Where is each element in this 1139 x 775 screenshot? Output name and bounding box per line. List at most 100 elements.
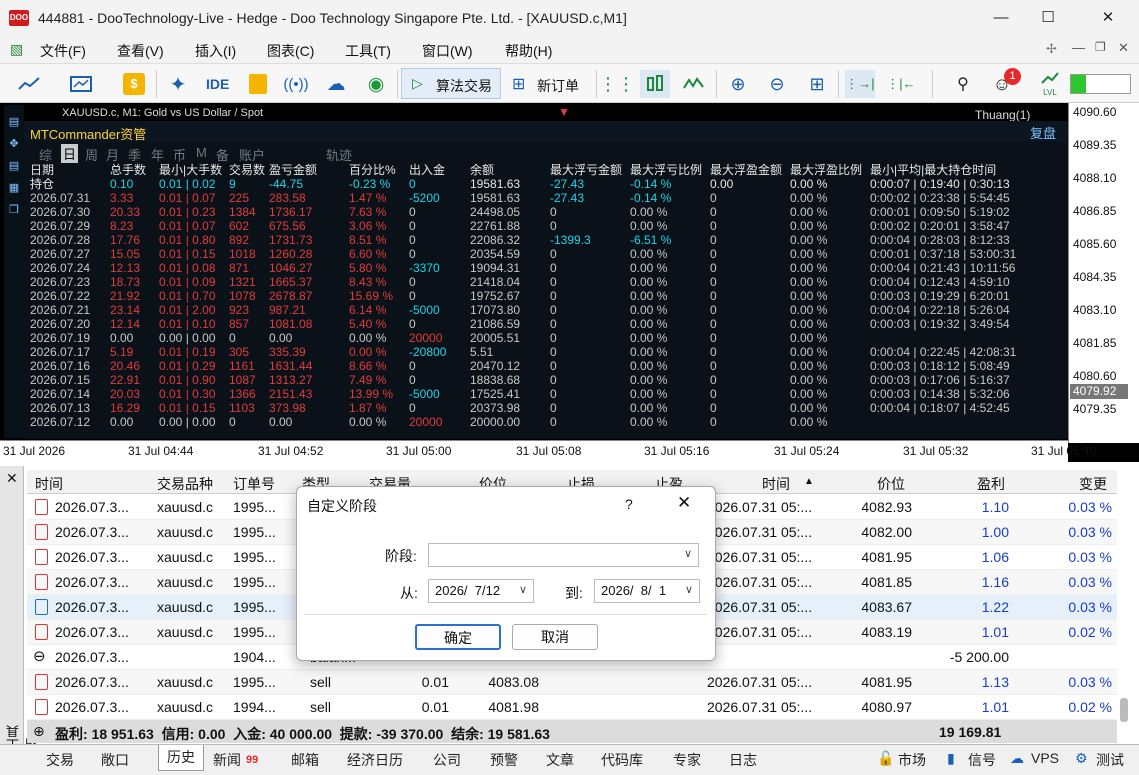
tab-8[interactable]: 文章 [546,750,574,770]
vps-globe-icon[interactable]: ◉ [361,70,391,98]
mtc-tab-summary[interactable]: 综 [39,145,52,164]
status-vps[interactable]: VPS [1031,750,1059,766]
toolbox-side-tab[interactable]: ✕ 工具箱 [0,466,40,751]
maximize-button[interactable]: ☐ [1025,6,1071,30]
level-icon[interactable]: LVL [1040,71,1060,97]
zoom-out-icon[interactable]: ⊖ [762,70,792,98]
mtc-tab-day[interactable]: 日 [61,144,79,163]
mtc-tab-currency[interactable]: 币 [173,145,186,164]
shopping-bag-icon[interactable] [243,70,273,98]
cell-chg: 0.03 % [1068,599,1112,615]
mtc-tab-month[interactable]: 月 [106,145,119,164]
mtc-tab-magic[interactable]: M [196,145,207,160]
new-order-button[interactable]: 新订单 [537,76,579,96]
minimize-button[interactable]: — [978,6,1024,30]
mtc-row-cell: 0 [710,359,717,373]
mtc-tab-track[interactable]: 轨迹 [326,145,352,164]
mtc-tab-week[interactable]: 周 [85,145,98,164]
help-button[interactable]: ? [625,496,633,512]
tab-5[interactable]: 经济日历 [347,750,403,770]
sparkle-icon[interactable]: ✦ [163,70,193,98]
tab-0[interactable]: 交易 [46,750,74,770]
menu-insert[interactable]: 插入(I) [195,41,236,61]
column-header[interactable]: 时间 [762,474,790,494]
mtc-tab-year[interactable]: 年 [151,145,164,164]
bar-chart-icon[interactable]: ⋮⋮ [599,70,635,98]
tab-9[interactable]: 代码库 [601,750,643,770]
close-toolbox-icon[interactable]: ✕ [6,470,18,487]
panel-copy-icon[interactable]: ❐ [4,199,24,221]
stage-select[interactable]: ∨ [428,543,699,567]
panel-export-icon[interactable]: ▤ [4,155,24,177]
summary-expand-icon[interactable]: ⊕ [33,723,45,740]
algo-trading-button[interactable]: ▷ 算法交易 [401,68,501,99]
ide-button[interactable]: IDE [206,76,229,92]
inner-minimize-button[interactable]: — [1072,40,1085,55]
time-tick: 31 Jul 05:08 [516,444,582,458]
from-date-picker[interactable]: 2026/ 7/12 ∨ [428,579,534,603]
mtc-tab-quarter[interactable]: 季 [128,145,141,164]
tab-11[interactable]: 日志 [729,750,757,770]
column-header[interactable]: 价位 [877,474,905,494]
tab-1[interactable]: 敞口 [101,750,129,770]
mtc-replay-label[interactable]: 复盘 [1030,123,1056,142]
menu-file[interactable]: 文件(F) [40,41,86,61]
mtc-row-cell: 0.00 % [630,303,668,317]
column-header[interactable]: 变更 [1079,474,1107,494]
menu-tools[interactable]: 工具(T) [345,41,391,61]
chart-shift-icon[interactable]: ⋮|← [886,70,916,98]
column-header[interactable]: 时间 [35,474,63,494]
status-signal[interactable]: 信号 [968,750,996,770]
column-header[interactable]: 订单号 [233,474,275,494]
chart-area[interactable]: XAUUSD.c, M1: Gold vs US Dollar / Spot T… [0,103,1139,462]
panel-table-icon[interactable]: ▦ [4,177,24,199]
line-chart-icon[interactable] [14,70,44,98]
to-date-picker[interactable]: 2026/ 8/ 1 ∨ [594,579,700,603]
chart-menu-icon[interactable]: ▧ [10,41,23,58]
tab-3[interactable]: 新闻 [213,750,241,770]
candlestick-icon[interactable] [640,70,670,98]
pin-icon[interactable]: ✢ [1046,41,1057,57]
search-icon[interactable]: ⚲ [948,70,978,98]
tab-10[interactable]: 专家 [673,750,701,770]
dollar-icon[interactable]: $ [119,70,149,98]
mtc-row-cell: 19752.67 [470,289,521,303]
signal-broadcast-icon[interactable]: ((•)) [281,70,311,98]
ok-button[interactable]: 确定 [415,624,501,650]
dialog-close-icon[interactable]: ✕ [677,493,691,513]
close-window-button[interactable]: ✕ [1085,6,1131,30]
cloud-icon[interactable]: ☁ [321,70,351,98]
zoom-in-icon[interactable]: ⊕ [723,70,753,98]
mtc-tab-account[interactable]: 账户 [239,145,265,164]
templates-icon[interactable] [66,70,96,98]
table-row[interactable]: 2026.07.3... xauusd.c 1994... sell 0.01 4081.… [27,695,1117,720]
new-order-icon[interactable]: ⊞ [512,74,525,94]
menu-window[interactable]: 窗口(W) [422,41,473,61]
column-header[interactable]: 交易品种 [157,474,213,494]
table-row[interactable]: 2026.07.3... xauusd.c 1995... sell 0.01 4083.… [27,670,1117,695]
tab-4[interactable]: 邮箱 [291,750,319,770]
mtc-tab-note[interactable]: 备 [216,145,229,164]
menu-help[interactable]: 帮助(H) [505,41,552,61]
auto-scroll-icon[interactable]: ⋮→| [845,70,875,98]
mtc-row-cell: 0.01 | 0.23 [159,205,216,219]
menu-view[interactable]: 查看(V) [117,41,164,61]
price-axis[interactable]: 4090.60 4089.35 4088.10 4086.85 4085.60 4084.… [1068,103,1139,443]
inner-close-button[interactable]: ✕ [1118,40,1129,56]
tab-2[interactable]: 历史 [158,745,204,771]
column-header[interactable]: 盈利 [977,474,1005,494]
menu-charts[interactable]: 图表(C) [267,41,314,61]
status-market[interactable]: 市场 [898,750,926,770]
status-test[interactable]: 测试 [1096,750,1124,770]
time-tick: 31 Jul 05:00 [386,444,452,458]
panel-list-icon[interactable]: ▤ [4,111,24,133]
tab-6[interactable]: 公司 [433,750,461,770]
panel-move-icon[interactable]: ✥ [4,133,24,155]
line-chart-type-icon[interactable] [679,70,709,98]
tile-windows-icon[interactable]: ⊞ [802,70,832,98]
inner-restore-button[interactable]: ❐ [1095,40,1106,54]
cancel-button[interactable]: 取消 [512,624,598,650]
tab-7[interactable]: 预警 [490,750,518,770]
vertical-scrollbar[interactable] [1120,698,1128,722]
time-axis[interactable]: 31 Jul 2026 31 Jul 04:44 31 Jul 04:52 31 Ju… [0,440,1096,462]
